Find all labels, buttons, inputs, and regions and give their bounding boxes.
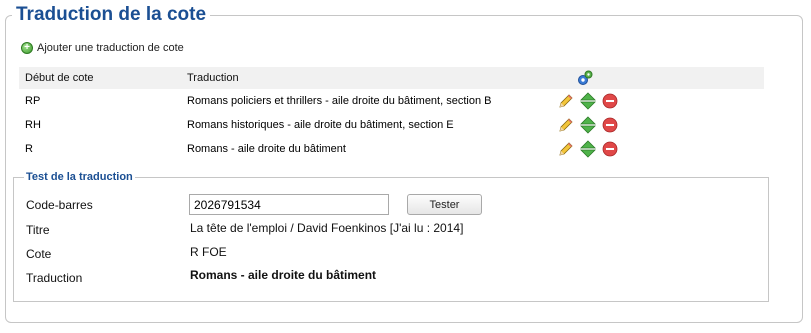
cote-value: R FOE: [190, 245, 227, 259]
cote-label: Cote: [26, 247, 52, 261]
table-header-row: Début de cote Traduction: [19, 67, 764, 89]
row-code: RP: [25, 95, 41, 107]
add-translation-link[interactable]: + Ajouter une traduction de cote: [21, 42, 184, 54]
header-translation: Traduction: [181, 67, 535, 89]
header-actions: [535, 67, 764, 89]
gear-icon[interactable]: [577, 70, 593, 85]
row-actions: [535, 137, 764, 161]
test-legend: Test de la traduction: [24, 171, 135, 184]
traduction-value: Romans - aile droite du bâtiment: [190, 268, 377, 282]
title-label: Titre: [26, 223, 50, 237]
up-down-arrows-icon[interactable]: [580, 140, 596, 158]
row-translation: Romans policiers et thrillers - aile dro…: [187, 95, 492, 107]
up-down-arrows-icon[interactable]: [580, 116, 596, 134]
row-translation: Romans - aile droite du bâtiment: [187, 143, 346, 155]
row-code: R: [25, 143, 33, 155]
add-circle-icon: +: [21, 42, 33, 54]
test-fieldset: [13, 177, 769, 302]
translation-table: Début de cote Traduction RP Romans polic…: [19, 67, 764, 161]
title-value: La tête de l'emploi / David Foenkinos [J…: [190, 221, 464, 235]
header-code: Début de cote: [19, 67, 181, 89]
traduction-label: Traduction: [26, 271, 83, 285]
up-down-arrows-icon[interactable]: [580, 92, 596, 110]
pencil-icon[interactable]: [558, 141, 574, 157]
table-row: RH Romans historiques - aile droite du b…: [19, 113, 764, 137]
row-code: RH: [25, 119, 41, 131]
delete-icon[interactable]: [602, 141, 618, 157]
barcode-label: Code-barres: [26, 198, 93, 212]
section-title: Traduction de la cote: [12, 4, 211, 26]
table-row: RP Romans policiers et thrillers - aile …: [19, 89, 764, 113]
delete-icon[interactable]: [602, 93, 618, 109]
barcode-input[interactable]: [189, 194, 389, 215]
pencil-icon[interactable]: [558, 117, 574, 133]
test-button[interactable]: Tester: [407, 194, 482, 215]
row-actions: [535, 113, 764, 137]
row-actions: [535, 89, 764, 113]
delete-icon[interactable]: [602, 117, 618, 133]
add-translation-label: Ajouter une traduction de cote: [37, 42, 184, 54]
table-row: R Romans - aile droite du bâtiment: [19, 137, 764, 161]
row-translation: Romans historiques - aile droite du bâti…: [187, 119, 454, 131]
pencil-icon[interactable]: [558, 93, 574, 109]
